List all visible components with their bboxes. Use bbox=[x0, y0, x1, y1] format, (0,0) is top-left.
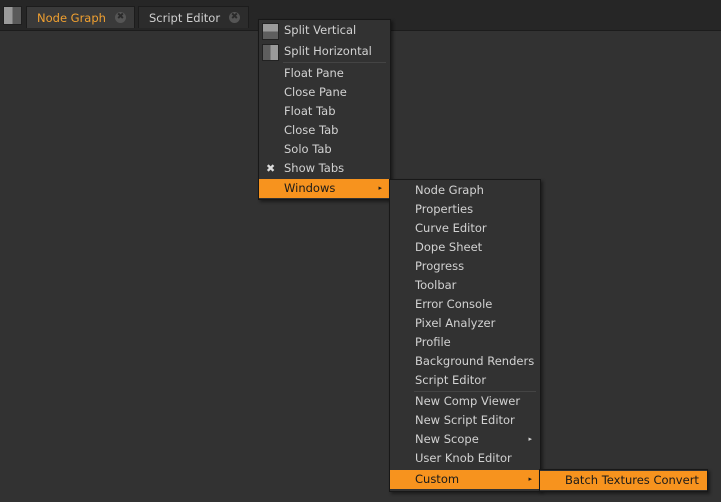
submenu-arrow-icon: ▸ bbox=[528, 475, 532, 483]
menu-item-label: Script Editor bbox=[415, 373, 487, 387]
menu-item-label: Close Tab bbox=[284, 123, 339, 137]
menu-item-progress[interactable]: Progress bbox=[390, 257, 540, 276]
menu-item-label: Split Vertical bbox=[284, 23, 357, 37]
menu-item-close-tab[interactable]: Close Tab bbox=[259, 121, 390, 140]
menu-item-new-scope[interactable]: New Scope ▸ bbox=[390, 430, 540, 449]
menu-item-label: Float Pane bbox=[284, 66, 344, 80]
menu-item-label: Pixel Analyzer bbox=[415, 316, 496, 330]
menu-item-label: Node Graph bbox=[415, 183, 484, 197]
menu-item-show-tabs[interactable]: ✖ Show Tabs bbox=[259, 159, 390, 178]
menu-item-float-pane[interactable]: Float Pane bbox=[259, 64, 390, 83]
tab-label: Node Graph bbox=[37, 11, 106, 25]
menu-separator bbox=[283, 62, 386, 63]
menu-item-user-knob-editor[interactable]: User Knob Editor bbox=[390, 449, 540, 468]
menu-item-label: Error Console bbox=[415, 297, 493, 311]
menu-item-windows[interactable]: Windows ▸ bbox=[259, 179, 390, 198]
tab-label: Script Editor bbox=[149, 11, 221, 25]
menu-item-dope-sheet[interactable]: Dope Sheet bbox=[390, 238, 540, 257]
menu-item-error-console[interactable]: Error Console bbox=[390, 295, 540, 314]
menu-item-background-renders[interactable]: Background Renders bbox=[390, 352, 540, 371]
menu-item-toolbar[interactable]: Toolbar bbox=[390, 276, 540, 295]
menu-item-label: Show Tabs bbox=[284, 161, 345, 175]
menu-item-curve-editor[interactable]: Curve Editor bbox=[390, 219, 540, 238]
menu-item-solo-tab[interactable]: Solo Tab bbox=[259, 140, 390, 159]
menu-item-label: Curve Editor bbox=[415, 221, 487, 235]
menu-item-label: Batch Textures Convert bbox=[565, 473, 699, 487]
split-horizontal-icon bbox=[262, 44, 279, 61]
menu-item-label: Progress bbox=[415, 259, 465, 273]
menu-item-label: Custom bbox=[415, 472, 460, 486]
menu-item-label: New Comp Viewer bbox=[415, 394, 521, 408]
windows-submenu: Node Graph Properties Curve Editor Dope … bbox=[389, 179, 541, 492]
menu-item-split-horizontal[interactable]: Split Horizontal bbox=[259, 42, 390, 61]
menu-item-label: Float Tab bbox=[284, 104, 336, 118]
submenu-arrow-icon: ▸ bbox=[528, 435, 532, 443]
submenu-arrow-icon: ▸ bbox=[378, 184, 382, 192]
menu-item-label: New Script Editor bbox=[415, 413, 515, 427]
menu-item-label: Split Horizontal bbox=[284, 44, 372, 58]
tab-script-editor[interactable]: Script Editor ✖ bbox=[138, 6, 249, 28]
pane-context-menu: Split Vertical Split Horizontal Float Pa… bbox=[258, 19, 391, 200]
custom-submenu: Batch Textures Convert bbox=[539, 469, 708, 492]
menu-item-properties[interactable]: Properties bbox=[390, 200, 540, 219]
menu-item-label: Toolbar bbox=[415, 278, 457, 292]
menu-item-float-tab[interactable]: Float Tab bbox=[259, 102, 390, 121]
pane-menu-icon[interactable] bbox=[3, 6, 22, 25]
menu-item-batch-textures-convert[interactable]: Batch Textures Convert bbox=[540, 471, 707, 490]
menu-item-script-editor[interactable]: Script Editor bbox=[390, 371, 540, 390]
checkmark-icon: ✖ bbox=[266, 162, 276, 175]
menu-item-label: Close Pane bbox=[284, 85, 347, 99]
menu-item-new-script-editor[interactable]: New Script Editor bbox=[390, 411, 540, 430]
menu-item-node-graph[interactable]: Node Graph bbox=[390, 181, 540, 200]
split-vertical-icon bbox=[262, 23, 279, 40]
menu-item-custom[interactable]: Custom ▸ bbox=[390, 470, 540, 489]
menu-item-split-vertical[interactable]: Split Vertical bbox=[259, 21, 390, 40]
menu-item-close-pane[interactable]: Close Pane bbox=[259, 83, 390, 102]
close-tab-icon[interactable]: ✖ bbox=[115, 12, 126, 23]
tab-node-graph[interactable]: Node Graph ✖ bbox=[26, 6, 135, 28]
close-tab-icon[interactable]: ✖ bbox=[229, 12, 240, 23]
menu-item-new-comp-viewer[interactable]: New Comp Viewer bbox=[390, 392, 540, 411]
menu-item-pixel-analyzer[interactable]: Pixel Analyzer bbox=[390, 314, 540, 333]
menu-item-profile[interactable]: Profile bbox=[390, 333, 540, 352]
menu-item-label: Profile bbox=[415, 335, 451, 349]
menu-item-label: New Scope bbox=[415, 432, 479, 446]
menu-item-label: Solo Tab bbox=[284, 142, 332, 156]
menu-item-label: Background Renders bbox=[415, 354, 535, 368]
menu-item-label: Dope Sheet bbox=[415, 240, 483, 254]
menu-item-label: Properties bbox=[415, 202, 474, 216]
menu-item-label: User Knob Editor bbox=[415, 451, 512, 465]
menu-item-label: Windows bbox=[284, 181, 336, 195]
